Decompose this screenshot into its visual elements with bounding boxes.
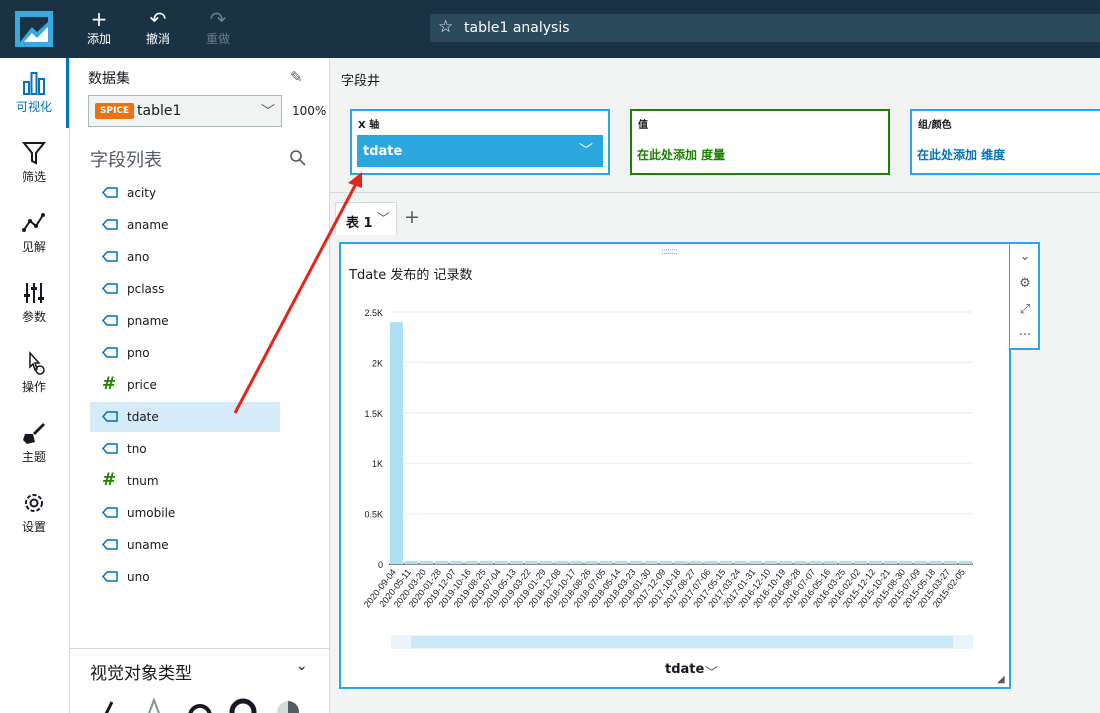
annotation-arrow <box>233 172 362 414</box>
